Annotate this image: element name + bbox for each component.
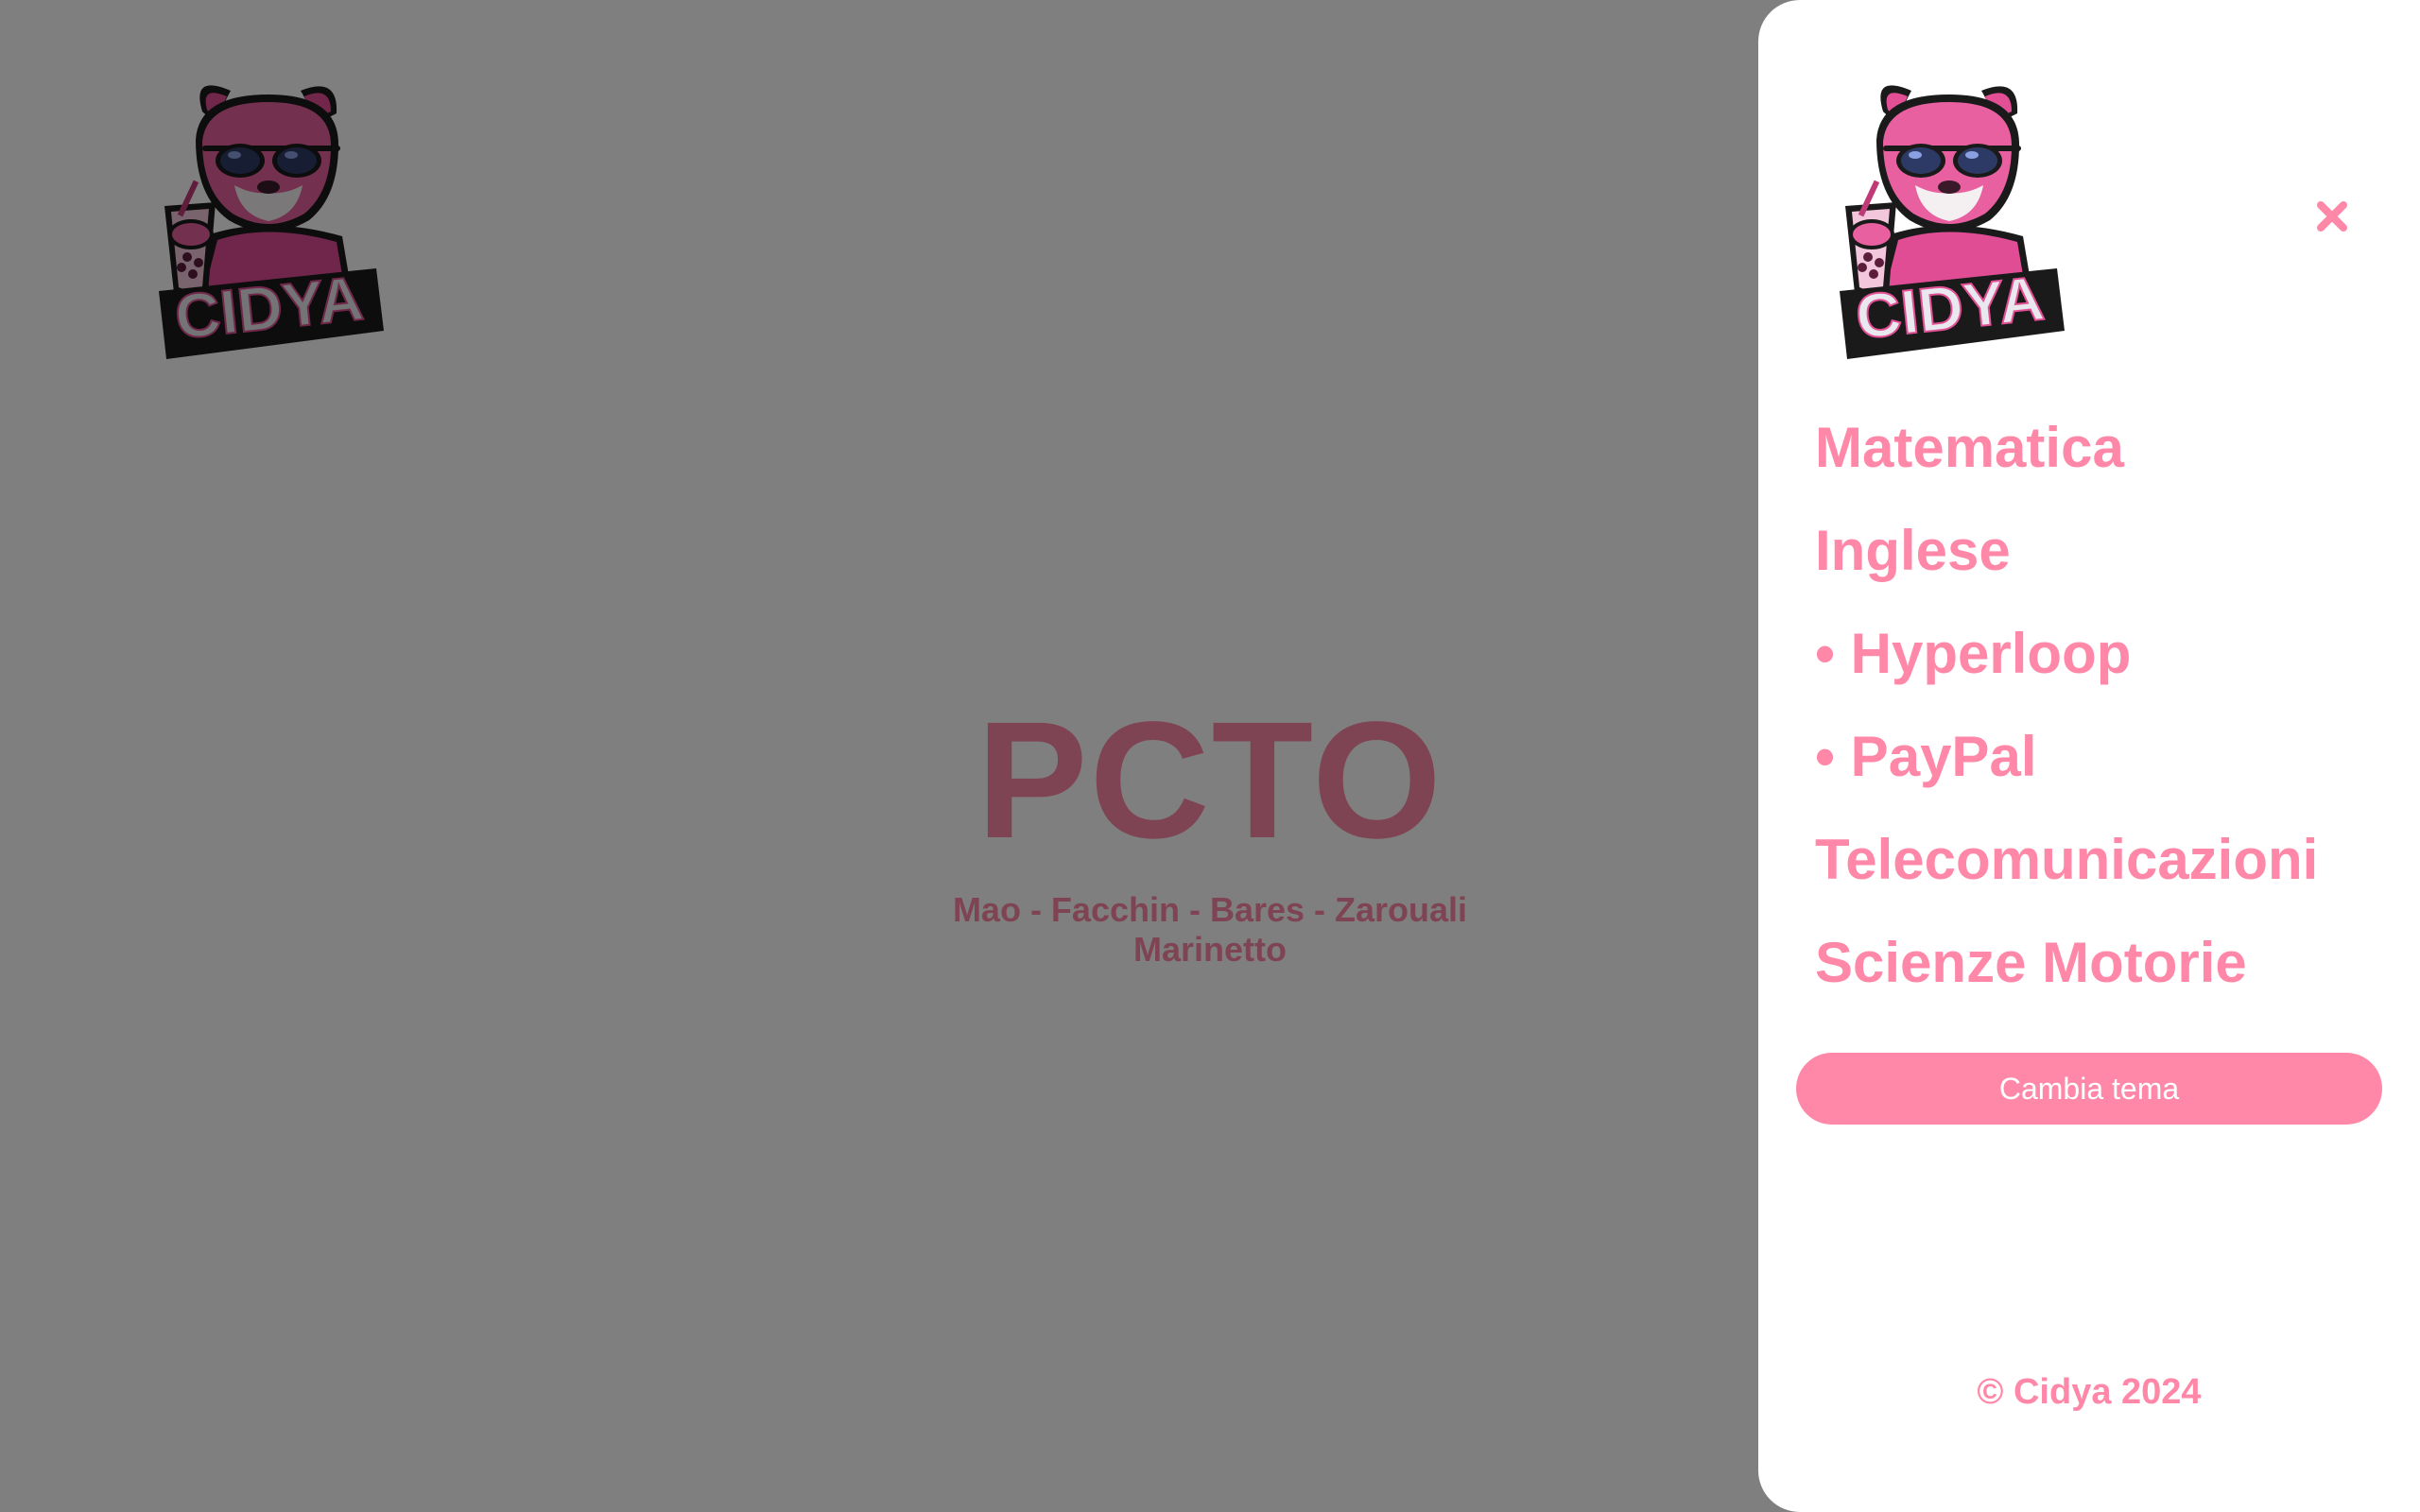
close-icon <box>2317 201 2347 232</box>
menu-item-scienze-motorie[interactable]: Scienze Motorie <box>1815 919 2401 1022</box>
panther-logo-icon <box>1834 74 2070 362</box>
menu-item-telecomunicazioni[interactable]: Telecomunicazioni <box>1815 816 2401 919</box>
menu-item-inglese[interactable]: Inglese <box>1815 507 2401 610</box>
side-menu: Matematica Inglese • Hyperloop • PayPal … <box>1758 0 2420 1512</box>
menu-item-paypal[interactable]: • PayPal <box>1815 713 2401 816</box>
menu-item-hyperloop[interactable]: • Hyperloop <box>1815 610 2401 713</box>
copyright-text: © Cidya 2024 <box>1977 1372 2202 1412</box>
change-theme-button[interactable]: Cambia tema <box>1796 1053 2382 1125</box>
menu-item-matematica[interactable]: Matematica <box>1815 404 2401 507</box>
close-menu-button[interactable] <box>2305 189 2360 244</box>
nav-menu: Matematica Inglese • Hyperloop • PayPal … <box>1815 404 2401 1022</box>
menu-logo[interactable] <box>1834 74 2070 362</box>
